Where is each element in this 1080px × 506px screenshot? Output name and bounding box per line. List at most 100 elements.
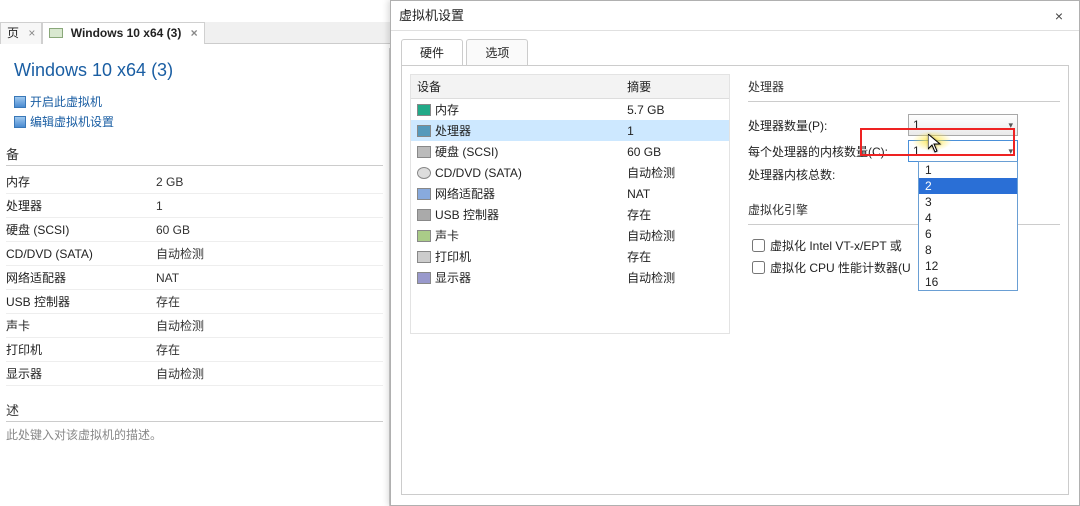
link-edit-settings[interactable]: 编辑虚拟机设置	[14, 113, 383, 130]
combo-num-processors-value: 1	[913, 118, 920, 132]
col-device: 设备	[411, 75, 621, 99]
tab-options[interactable]: 选项	[466, 39, 528, 65]
spec-key: 网络适配器	[6, 266, 156, 290]
col-summary: 摘要	[621, 75, 729, 99]
hw-summary: 1	[621, 120, 729, 141]
chk-perf-label: 虚拟化 CPU 性能计数器(U	[770, 259, 911, 276]
hw-summary: NAT	[621, 183, 729, 204]
label-num-processors: 处理器数量(P):	[748, 117, 908, 134]
spec-key: 处理器	[6, 194, 156, 218]
spec-row: 内存2 GB	[6, 170, 383, 194]
spec-val: NAT	[156, 266, 383, 290]
dropdown-option[interactable]: 6	[919, 226, 1017, 242]
spec-val: 存在	[156, 338, 383, 362]
dropdown-option[interactable]: 2	[919, 178, 1017, 194]
spec-key: USB 控制器	[6, 290, 156, 314]
label-cores-per-proc: 每个处理器的内核数量(C):	[748, 143, 908, 160]
spec-row: 显示器自动检测	[6, 362, 383, 386]
spec-val: 自动检测	[156, 362, 383, 386]
tab-hardware[interactable]: 硬件	[401, 39, 463, 65]
checkbox-vt[interactable]	[752, 239, 765, 252]
hw-summary: 自动检测	[621, 225, 729, 246]
label-total-cores: 处理器内核总数:	[748, 166, 908, 183]
checkbox-perf[interactable]	[752, 261, 765, 274]
hw-row[interactable]: USB 控制器存在	[411, 204, 729, 225]
vm-title: Windows 10 x64 (3)	[14, 60, 383, 81]
combo-num-processors[interactable]: 1 ▾	[908, 114, 1018, 136]
usb-icon	[417, 209, 431, 221]
tab-page[interactable]: 页 ×	[0, 22, 42, 44]
chevron-down-icon: ▾	[1008, 146, 1013, 157]
snd-icon	[417, 230, 431, 242]
spec-row: USB 控制器存在	[6, 290, 383, 314]
tab-vm-label: Windows 10 x64 (3)	[71, 26, 182, 40]
hw-summary: 60 GB	[621, 141, 729, 162]
spec-row: 处理器1	[6, 194, 383, 218]
tab-strip: 页 × Windows 10 x64 (3) ×	[0, 22, 390, 44]
tab-page-label: 页	[7, 26, 19, 40]
hw-name: 网络适配器	[411, 183, 621, 204]
disk-icon	[417, 146, 431, 158]
combo-cores-value: 1	[913, 144, 920, 158]
vm-settings-dialog: 虚拟机设置 × 硬件 选项 设备 摘要 内存5.7 GB处理器1硬盘 (SCSI…	[390, 0, 1080, 506]
disp-icon	[417, 272, 431, 284]
dropdown-option[interactable]: 4	[919, 210, 1017, 226]
hw-summary: 自动检测	[621, 267, 729, 288]
cd-icon	[417, 167, 431, 179]
spec-row: 打印机存在	[6, 338, 383, 362]
hw-row[interactable]: 打印机存在	[411, 246, 729, 267]
spec-val: 60 GB	[156, 218, 383, 242]
gear-icon	[14, 116, 26, 128]
spec-val: 1	[156, 194, 383, 218]
net-icon	[417, 188, 431, 200]
prn-icon	[417, 251, 431, 263]
play-icon	[14, 96, 26, 108]
hw-row[interactable]: 内存5.7 GB	[411, 99, 729, 121]
hw-name: 声卡	[411, 225, 621, 246]
close-icon[interactable]: ×	[28, 26, 35, 40]
cpu-icon	[417, 125, 431, 137]
dialog-title: 虚拟机设置	[399, 1, 464, 30]
desc-placeholder[interactable]: 此处键入对该虚拟机的描述。	[6, 426, 383, 443]
vm-summary-panel: Windows 10 x64 (3) 开启此虚拟机 编辑虚拟机设置 备 内存2 …	[0, 48, 390, 506]
hw-row[interactable]: 硬盘 (SCSI)60 GB	[411, 141, 729, 162]
dropdown-option[interactable]: 8	[919, 242, 1017, 258]
hw-row[interactable]: 声卡自动检测	[411, 225, 729, 246]
spec-val: 存在	[156, 290, 383, 314]
combo-cores-per-proc[interactable]: 1 ▾ 1234681216	[908, 140, 1018, 162]
hw-row[interactable]: 显示器自动检测	[411, 267, 729, 288]
dropdown-option[interactable]: 3	[919, 194, 1017, 210]
dialog-close-button[interactable]: ×	[1047, 1, 1071, 30]
tab-vm[interactable]: Windows 10 x64 (3) ×	[42, 22, 204, 44]
dropdown-option[interactable]: 12	[919, 258, 1017, 274]
hw-name: USB 控制器	[411, 204, 621, 225]
hw-name: 内存	[411, 99, 621, 121]
spec-val: 自动检测	[156, 242, 383, 266]
spec-key: CD/DVD (SATA)	[6, 242, 156, 266]
hw-row[interactable]: 处理器1	[411, 120, 729, 141]
vm-icon	[49, 28, 63, 38]
hw-name: 硬盘 (SCSI)	[411, 141, 621, 162]
dropdown-option[interactable]: 1	[919, 162, 1017, 178]
hw-row[interactable]: 网络适配器NAT	[411, 183, 729, 204]
hw-row[interactable]: CD/DVD (SATA)自动检测	[411, 162, 729, 183]
hw-summary: 存在	[621, 204, 729, 225]
section-desc: 述	[6, 400, 383, 422]
spec-row: 网络适配器NAT	[6, 266, 383, 290]
link-power-on[interactable]: 开启此虚拟机	[14, 93, 383, 110]
hw-summary: 存在	[621, 246, 729, 267]
close-icon[interactable]: ×	[191, 26, 198, 40]
dialog-tabs: 硬件 选项	[401, 39, 1069, 65]
chk-vt-label: 虚拟化 Intel VT-x/EPT 或	[770, 237, 902, 254]
hardware-list[interactable]: 设备 摘要 内存5.7 GB处理器1硬盘 (SCSI)60 GBCD/DVD (…	[410, 74, 730, 334]
section-devices: 备	[6, 144, 383, 166]
dropdown-option[interactable]: 16	[919, 274, 1017, 290]
hw-summary: 自动检测	[621, 162, 729, 183]
spec-key: 打印机	[6, 338, 156, 362]
cores-dropdown[interactable]: 1234681216	[918, 161, 1018, 291]
mem-icon	[417, 104, 431, 116]
spec-key: 显示器	[6, 362, 156, 386]
spec-val: 自动检测	[156, 314, 383, 338]
spec-row: 声卡自动检测	[6, 314, 383, 338]
chevron-down-icon: ▾	[1008, 120, 1013, 131]
